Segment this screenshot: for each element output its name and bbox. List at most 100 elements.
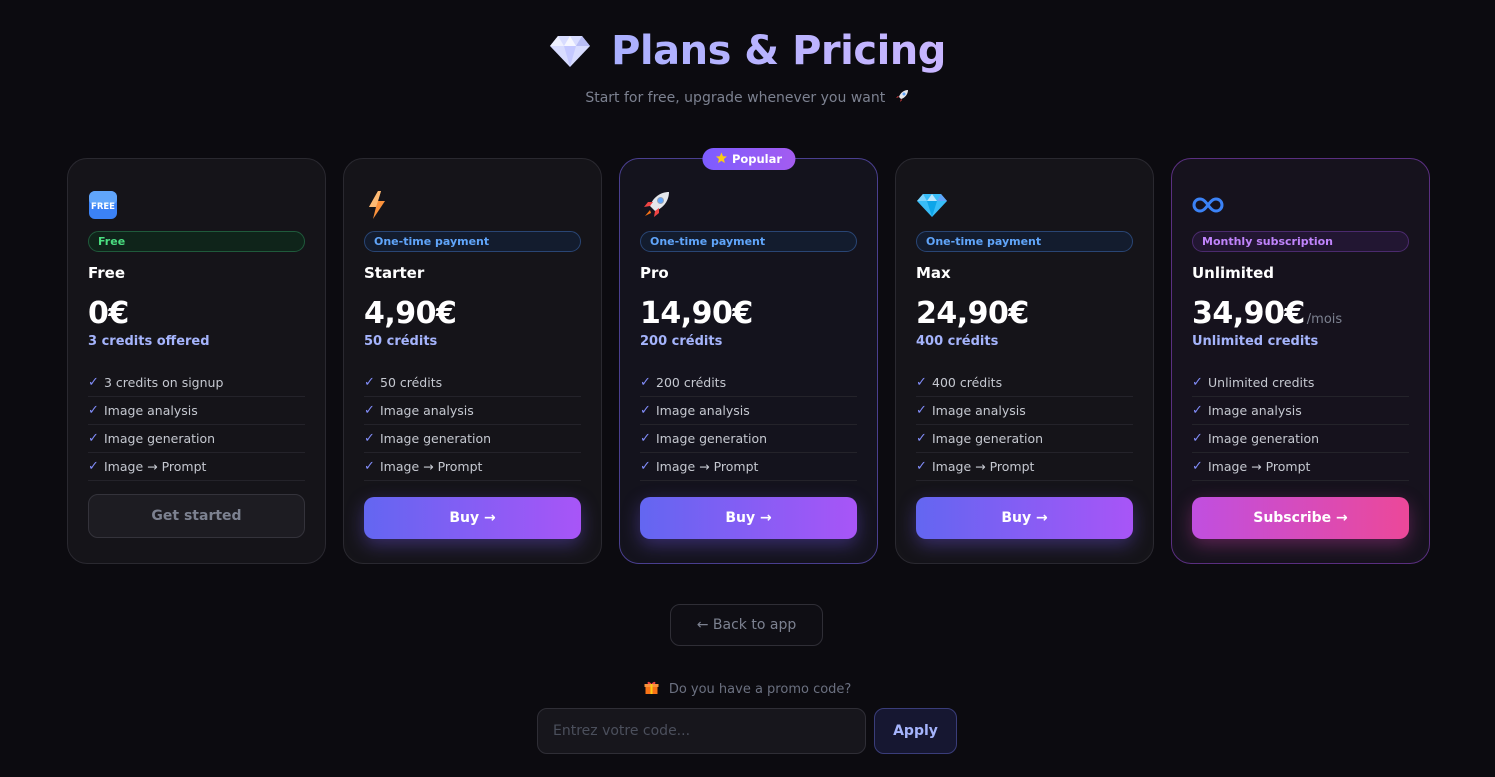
check-icon: ✓ <box>1192 375 1203 390</box>
plan-pill: Free <box>88 231 305 252</box>
price-row: 24,90€ <box>916 296 1133 332</box>
feature-item: ✓ Image generation <box>1192 425 1409 453</box>
rocket-icon <box>640 189 857 221</box>
plan-credits: Unlimited credits <box>1192 334 1319 349</box>
plan-card-max: One-time payment Max 24,90€ 400 crédits … <box>895 158 1154 564</box>
plan-credits: 3 credits offered <box>88 334 210 349</box>
plan-card-pro: Popular One-time payment Pro 14,90€ 200 … <box>619 148 878 564</box>
plan-name: Max <box>916 264 951 282</box>
feature-label: Image generation <box>1208 431 1320 446</box>
feature-label: Image generation <box>380 431 492 446</box>
apply-button[interactable]: Apply <box>874 708 957 754</box>
feature-label: Image analysis <box>104 403 198 418</box>
feature-item: ✓ Image generation <box>916 425 1133 453</box>
plan-price: 24,90€ <box>916 296 1029 331</box>
check-icon: ✓ <box>88 375 99 390</box>
feature-label: 3 credits on signup <box>104 375 224 390</box>
feature-label: Image → Prompt <box>932 459 1035 474</box>
feature-item: ✓ Image analysis <box>88 397 305 425</box>
check-icon: ✓ <box>364 403 375 418</box>
gift-icon <box>644 680 659 699</box>
lightning-icon <box>364 189 581 221</box>
check-icon: ✓ <box>88 403 99 418</box>
feature-item: ✓ Image → Prompt <box>88 453 305 481</box>
diamond-icon <box>549 34 591 68</box>
feature-label: Image → Prompt <box>1208 459 1311 474</box>
feature-list: ✓ Unlimited credits ✓ Image analysis ✓ Imag… <box>1192 369 1409 481</box>
check-icon: ✓ <box>1192 403 1203 418</box>
feature-label: Unlimited credits <box>1208 375 1315 390</box>
feature-list: ✓ 3 credits on signup ✓ Image analysis ✓ Im… <box>88 369 305 481</box>
check-icon: ✓ <box>916 459 927 474</box>
page-title: Plans & Pricing <box>611 28 946 74</box>
price-period: /mois <box>1306 312 1343 327</box>
plan-card-unlimited: Monthly subscription Unlimited 34,90€ /m… <box>1171 158 1430 564</box>
price-row: 14,90€ <box>640 296 857 332</box>
plan-price: 0€ <box>88 296 129 331</box>
plan-pill: One-time payment <box>364 231 581 252</box>
feature-label: Image generation <box>104 431 216 446</box>
feature-item: ✓ Image analysis <box>364 397 581 425</box>
feature-label: Image analysis <box>932 403 1026 418</box>
free-icon: FREE <box>88 189 305 221</box>
feature-label: Image → Prompt <box>380 459 483 474</box>
feature-item: ✓ Image analysis <box>916 397 1133 425</box>
rocket-icon <box>894 88 910 108</box>
subscribe-button[interactable]: Subscribe → <box>1192 497 1409 539</box>
feature-item: ✓ Image → Prompt <box>916 453 1133 481</box>
check-icon: ✓ <box>364 459 375 474</box>
promo-code-input[interactable] <box>537 708 866 754</box>
check-icon: ✓ <box>916 375 927 390</box>
check-icon: ✓ <box>364 431 375 446</box>
plan-name: Free <box>88 264 126 282</box>
buy-button-pro[interactable]: Buy → <box>640 497 857 539</box>
promo-question-text: Do you have a promo code? <box>668 682 852 697</box>
title-row: Plans & Pricing <box>549 26 946 76</box>
plan-credits: 200 crédits <box>640 334 723 349</box>
buy-button-starter[interactable]: Buy → <box>364 497 581 539</box>
feature-item: ✓ Image analysis <box>1192 397 1409 425</box>
page-subtitle: Start for free, upgrade whenever you wan… <box>0 88 1495 108</box>
feature-label: Image generation <box>932 431 1044 446</box>
subtitle-text: Start for free, upgrade whenever you wan… <box>585 90 886 106</box>
check-icon: ✓ <box>1192 459 1203 474</box>
back-to-app-button[interactable]: ← Back to app <box>670 604 823 646</box>
feature-label: Image analysis <box>380 403 474 418</box>
feature-list: ✓ 200 crédits ✓ Image analysis ✓ Image gene… <box>640 369 857 481</box>
feature-item: ✓ Image generation <box>364 425 581 453</box>
check-icon: ✓ <box>88 431 99 446</box>
check-icon: ✓ <box>1192 431 1203 446</box>
diamond-icon <box>916 189 1133 221</box>
feature-item: ✓ 400 crédits <box>916 369 1133 397</box>
promo-question: Do you have a promo code? <box>0 680 1495 699</box>
feature-label: Image generation <box>656 431 768 446</box>
check-icon: ✓ <box>640 403 651 418</box>
feature-item: ✓ Image analysis <box>640 397 857 425</box>
feature-list: ✓ 400 crédits ✓ Image analysis ✓ Image gene… <box>916 369 1133 481</box>
plan-card-free: FREE Free Free 0€ 3 credits offered ✓ 3 c… <box>67 158 326 564</box>
check-icon: ✓ <box>916 431 927 446</box>
check-icon: ✓ <box>640 375 651 390</box>
feature-label: Image → Prompt <box>656 459 759 474</box>
check-icon: ✓ <box>640 459 651 474</box>
feature-item: ✓ 3 credits on signup <box>88 369 305 397</box>
get-started-button[interactable]: Get started <box>88 494 305 538</box>
feature-item: ✓ Image generation <box>88 425 305 453</box>
feature-item: ✓ Image generation <box>640 425 857 453</box>
feature-label: 50 crédits <box>380 375 443 390</box>
feature-item: ✓ 50 crédits <box>364 369 581 397</box>
popular-badge: Popular <box>701 148 796 170</box>
feature-label: Image analysis <box>1208 403 1302 418</box>
check-icon: ✓ <box>640 431 651 446</box>
price-row: 4,90€ <box>364 296 581 332</box>
buy-button-max[interactable]: Buy → <box>916 497 1133 539</box>
feature-item: ✓ Image → Prompt <box>1192 453 1409 481</box>
check-icon: ✓ <box>88 459 99 474</box>
star-icon <box>715 152 727 167</box>
infinity-icon <box>1192 189 1409 221</box>
feature-item: ✓ 200 crédits <box>640 369 857 397</box>
plan-pill: One-time payment <box>640 231 857 252</box>
check-icon: ✓ <box>364 375 375 390</box>
feature-item: ✓ Image → Prompt <box>640 453 857 481</box>
plan-name: Starter <box>364 264 425 282</box>
